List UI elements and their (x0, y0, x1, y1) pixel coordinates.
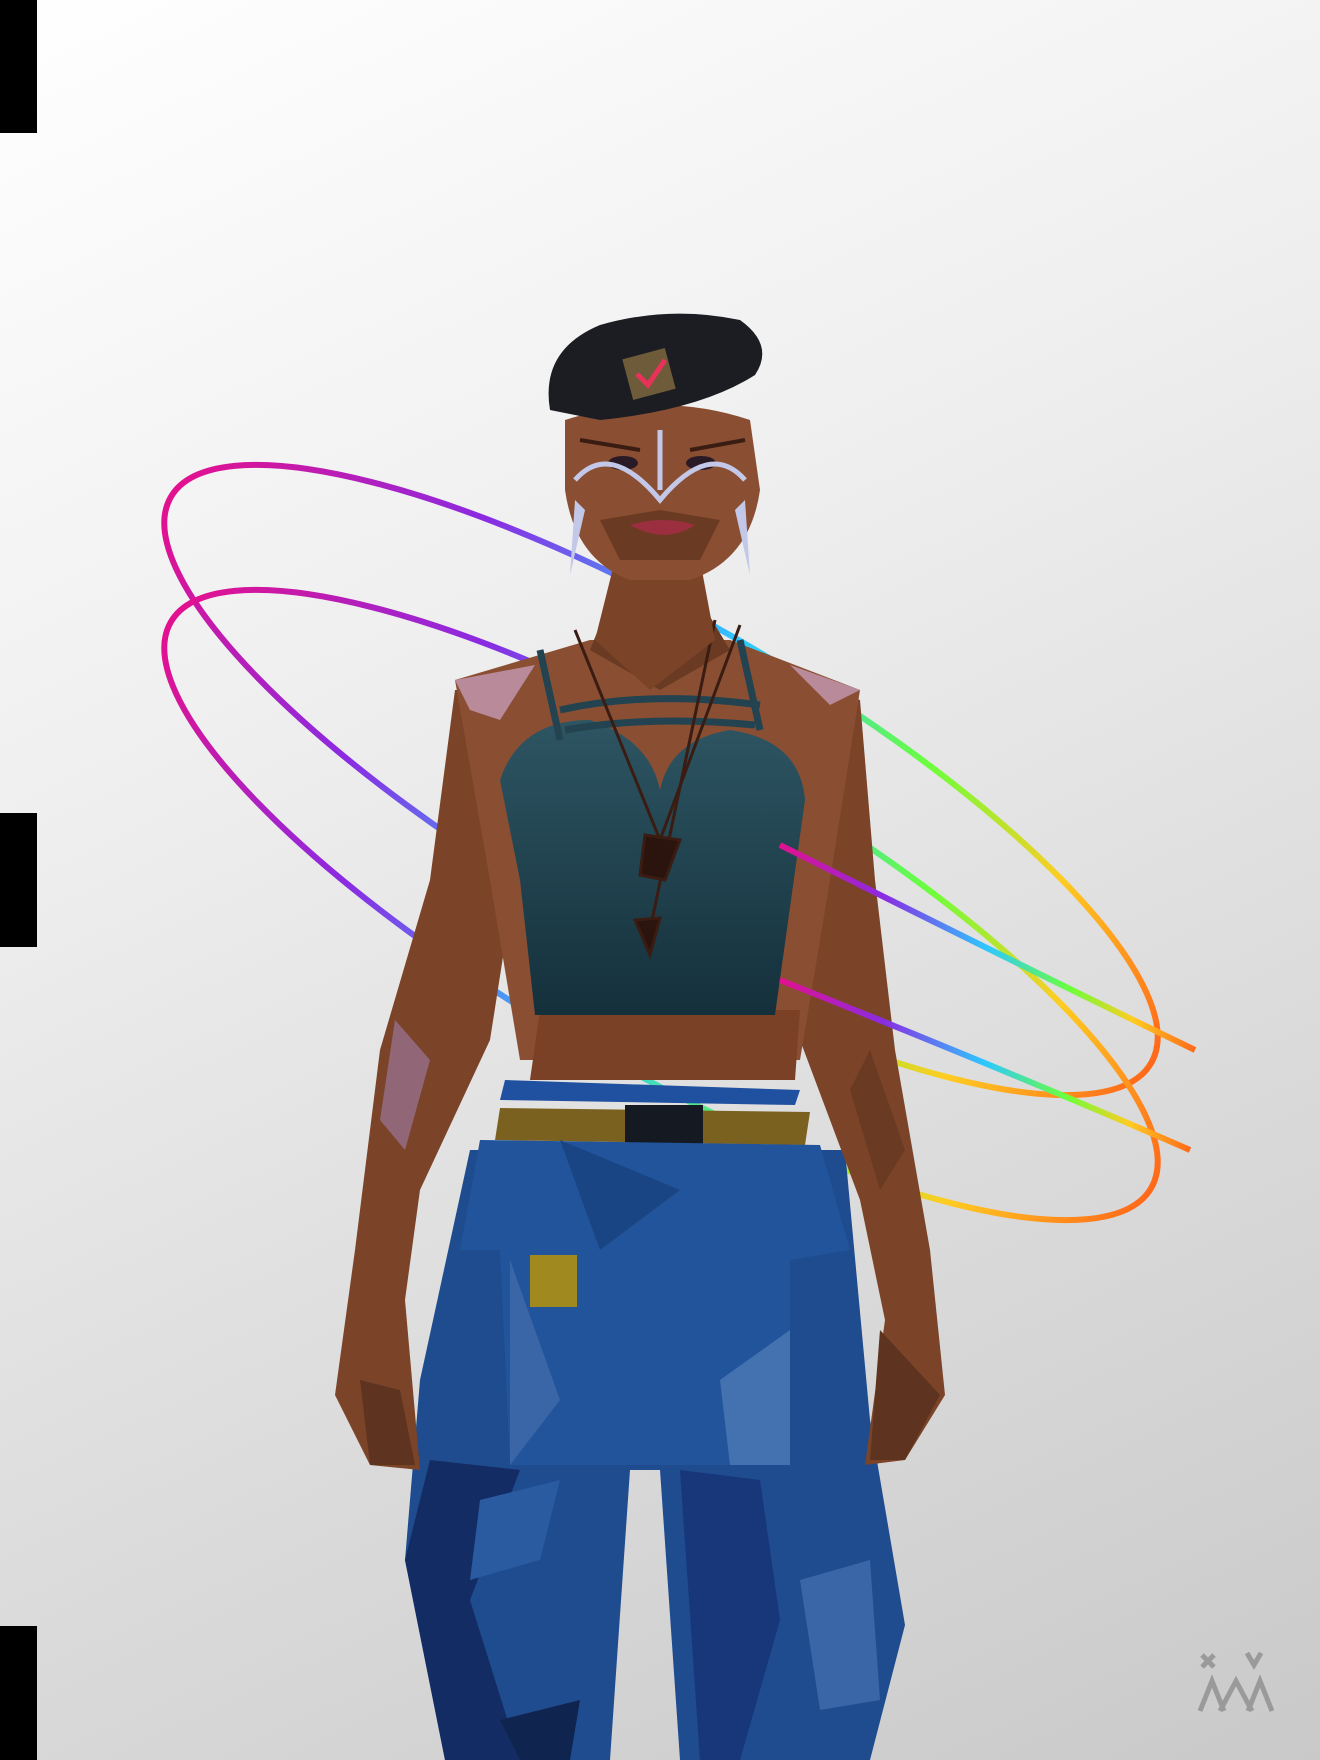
head (565, 405, 760, 580)
pocket-patch (530, 1255, 577, 1307)
low-poly-portrait (161, 313, 1197, 1760)
watermark-logo-icon (1197, 1651, 1275, 1713)
belt (495, 1080, 810, 1150)
beret (548, 313, 763, 420)
